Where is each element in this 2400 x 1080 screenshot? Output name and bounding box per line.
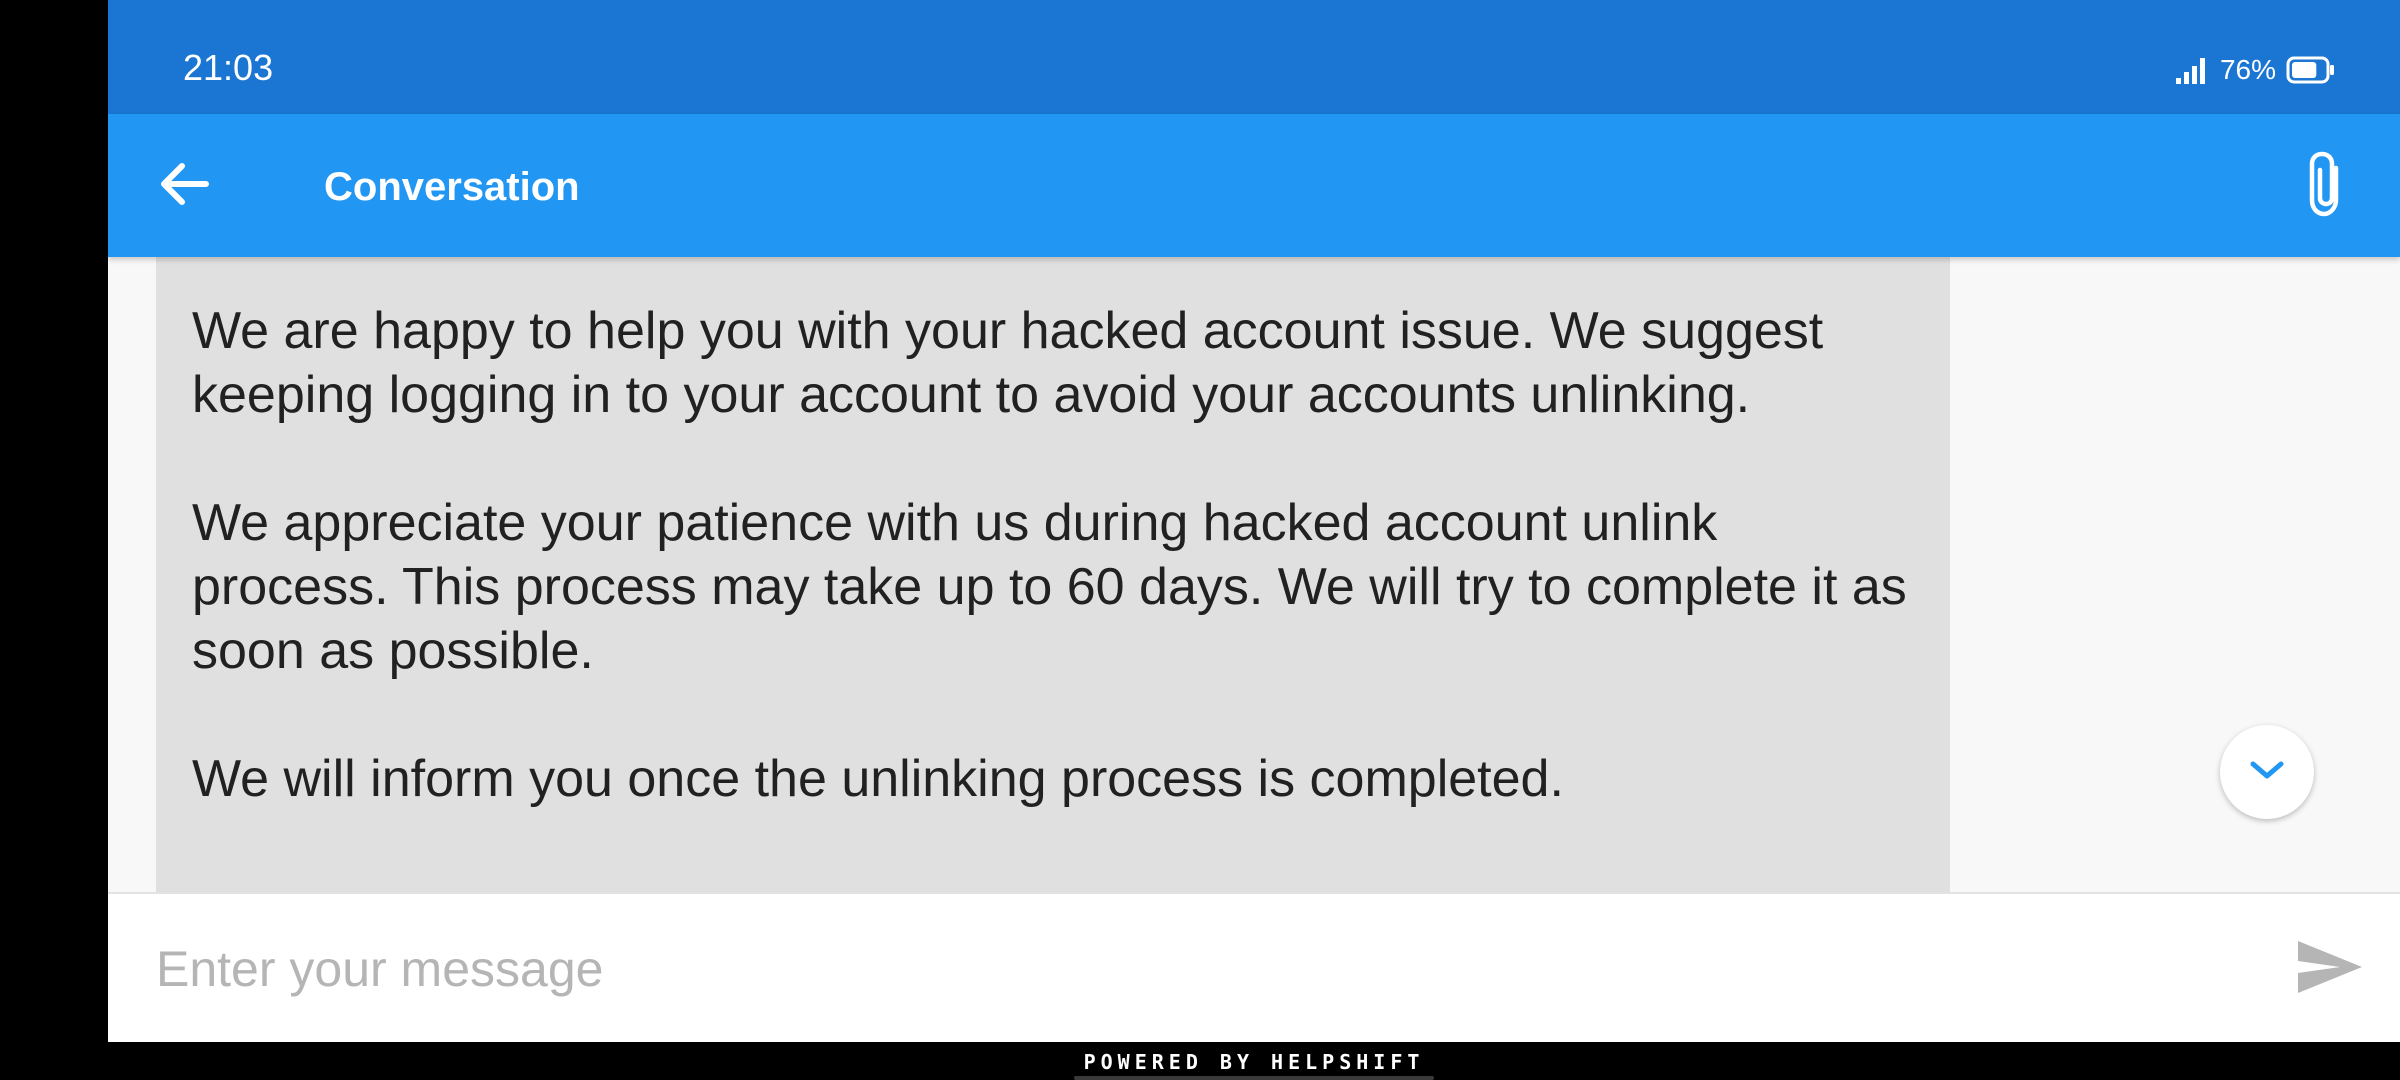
- send-icon: [2296, 939, 2364, 1000]
- arrow-back-icon: [156, 156, 212, 217]
- message-paragraph: We are happy to help you with your hacke…: [192, 302, 1824, 424]
- scroll-down-button[interactable]: [2220, 725, 2314, 819]
- message-paragraph: We will inform you once the unlinking pr…: [192, 750, 1564, 808]
- conversation-list[interactable]: We are happy to help you with your hacke…: [108, 257, 2400, 892]
- message-body: We are happy to help you with your hacke…: [192, 257, 1922, 811]
- status-indicators: 76%: [2175, 48, 2336, 92]
- footer: POWERED BY HELPSHIFT: [108, 1042, 2400, 1080]
- home-indicator: [1074, 1076, 1434, 1080]
- powered-by-label: POWERED BY HELPSHIFT: [1083, 1050, 1425, 1074]
- battery-percent: 76%: [2219, 54, 2276, 85]
- attach-button[interactable]: [2288, 148, 2364, 224]
- message-composer: [108, 892, 2400, 1042]
- message-input[interactable]: [156, 934, 2156, 1004]
- status-bar: 21:03 76%: [108, 0, 2400, 114]
- message-bubble: We are happy to help you with your hacke…: [156, 257, 1950, 892]
- screen: 21:03 76% Conversation We are happy to h…: [0, 0, 2400, 1080]
- paperclip-icon: [2304, 148, 2348, 225]
- left-bezel: [0, 0, 108, 1080]
- message-paragraph: We appreciate your patience with us duri…: [192, 494, 1907, 680]
- chevron-down-icon: [2247, 758, 2287, 787]
- back-button[interactable]: [148, 150, 220, 222]
- signal-bars-icon: [2175, 56, 2210, 84]
- status-time: 21:03: [183, 47, 274, 88]
- send-button[interactable]: [2290, 934, 2370, 1004]
- app-window: 21:03 76% Conversation We are happy to h…: [108, 0, 2400, 1042]
- page-title: Conversation: [324, 165, 580, 209]
- battery-icon: [2286, 56, 2336, 84]
- app-toolbar: Conversation: [108, 114, 2400, 257]
